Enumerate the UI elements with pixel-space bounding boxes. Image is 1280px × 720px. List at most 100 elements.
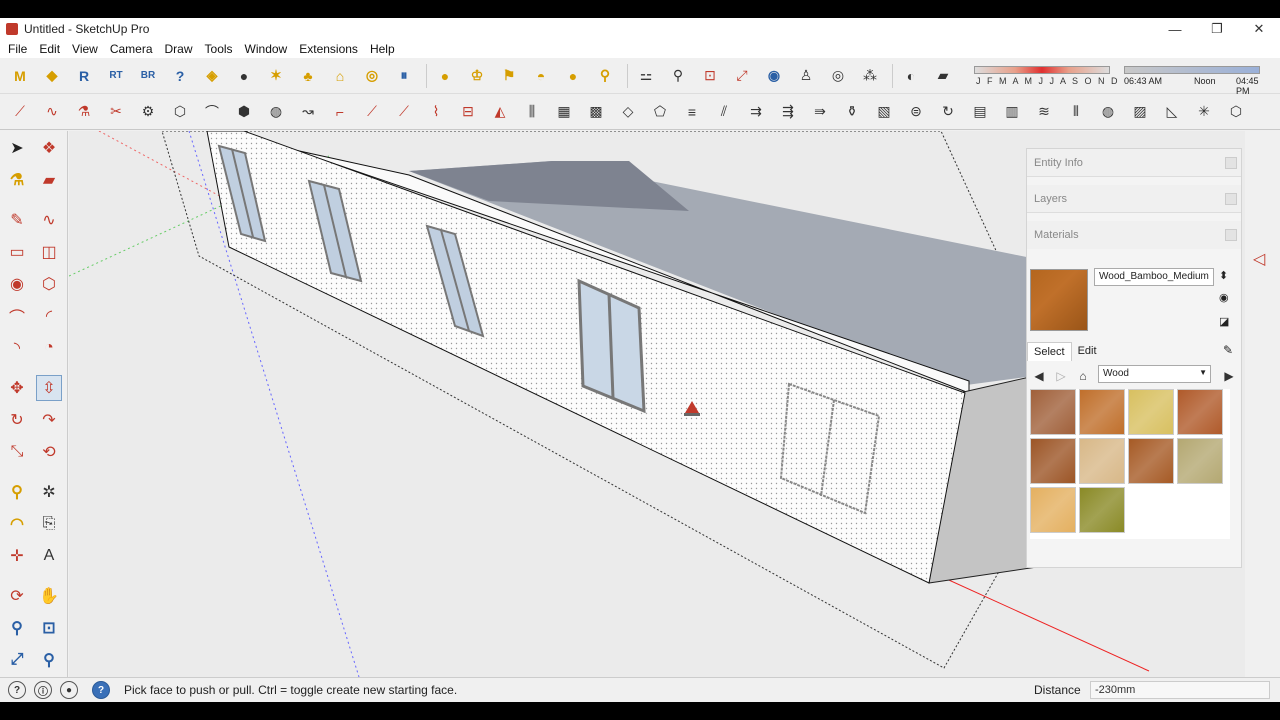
- offset-icon[interactable]: ⟲: [36, 439, 62, 465]
- shape-icon[interactable]: ⬠: [648, 100, 672, 124]
- drum-icon[interactable]: ⊜: [904, 100, 928, 124]
- block-icon[interactable]: ▤: [968, 100, 992, 124]
- hex-icon[interactable]: ⬡: [1224, 100, 1248, 124]
- globe-icon[interactable]: ◍: [1096, 100, 1120, 124]
- column-icon[interactable]: ⫼: [520, 100, 544, 124]
- polygon-icon[interactable]: ⬡: [36, 271, 62, 297]
- arrows-alt-icon[interactable]: ⇶: [776, 100, 800, 124]
- eyedropper-icon[interactable]: ✎: [1223, 343, 1233, 357]
- credits-icon[interactable]: ⓘ: [34, 681, 52, 699]
- arrows-more-icon[interactable]: ⇛: [808, 100, 832, 124]
- tag-plugin-icon[interactable]: ◆: [40, 64, 64, 88]
- eraser-icon[interactable]: ▰: [36, 167, 62, 193]
- paint-icon[interactable]: ⚗: [72, 100, 96, 124]
- menu-edit[interactable]: Edit: [33, 42, 66, 56]
- slash-icon[interactable]: ⫽: [712, 100, 736, 124]
- text-icon[interactable]: ⎘: [36, 511, 62, 537]
- close-button[interactable]: ✕: [1238, 18, 1280, 40]
- wand-icon[interactable]: ⚲: [593, 64, 617, 88]
- r-plugin-icon[interactable]: R: [72, 64, 96, 88]
- arc-icon[interactable]: ⌒: [4, 303, 30, 329]
- restore-button[interactable]: ❐: [1196, 18, 1238, 40]
- curve-icon[interactable]: ↝: [296, 100, 320, 124]
- sandbox-icon[interactable]: ⟋: [8, 100, 32, 124]
- arc-tool-icon[interactable]: ⌒: [200, 100, 224, 124]
- rotate-tool-icon[interactable]: ↻: [4, 407, 30, 433]
- cross-icon[interactable]: ✳: [1192, 100, 1216, 124]
- sample-paint-icon[interactable]: ◪: [1219, 315, 1229, 328]
- menu-window[interactable]: Window: [239, 42, 294, 56]
- scissors-icon[interactable]: ✂: [104, 100, 128, 124]
- menu-help[interactable]: Help: [364, 42, 401, 56]
- rotate-icon[interactable]: ↻: [936, 100, 960, 124]
- material-swatch[interactable]: [1030, 389, 1076, 435]
- hatch-icon[interactable]: ▧: [872, 100, 896, 124]
- help-plugin-icon[interactable]: ?: [168, 64, 192, 88]
- layers-panel-header[interactable]: Layers: [1027, 185, 1241, 213]
- material-swatch[interactable]: [1177, 438, 1223, 484]
- material-swatch[interactable]: [1079, 487, 1125, 533]
- collection-dropdown[interactable]: Wood ▼: [1098, 365, 1211, 383]
- zoom-icon[interactable]: ⚲: [666, 64, 690, 88]
- rectangle-icon[interactable]: ▭: [4, 239, 30, 265]
- stripes-icon[interactable]: ▨: [1128, 100, 1152, 124]
- star-icon[interactable]: ✶: [264, 64, 288, 88]
- move-icon[interactable]: ✥: [4, 375, 30, 401]
- vase-icon[interactable]: ⚱: [840, 100, 864, 124]
- make-component-icon[interactable]: ❖: [36, 135, 62, 161]
- house-component-icon[interactable]: ⌂: [328, 64, 352, 88]
- diagonal-icon[interactable]: ⟋: [360, 100, 384, 124]
- zoom-tool-icon[interactable]: ⚲: [4, 615, 30, 641]
- entity-info-panel-header[interactable]: Entity Info: [1027, 149, 1241, 177]
- sphere-wire-icon[interactable]: ◍: [264, 100, 288, 124]
- box-icon[interactable]: ⬡: [168, 100, 192, 124]
- back-arrow-icon[interactable]: ◀: [1029, 366, 1049, 386]
- figure-icon[interactable]: ♙: [794, 64, 818, 88]
- rt-plugin-icon[interactable]: RT: [104, 64, 128, 88]
- material-swatch[interactable]: [1079, 438, 1125, 484]
- scale-icon[interactable]: ⤡: [4, 439, 30, 465]
- 3d-text-icon[interactable]: A: [36, 543, 62, 569]
- menu-tools[interactable]: Tools: [199, 42, 239, 56]
- m-plugin-icon[interactable]: M: [8, 64, 32, 88]
- paint-bucket-icon[interactable]: ⚗: [4, 167, 30, 193]
- menu-camera[interactable]: Camera: [104, 42, 159, 56]
- menu-draw[interactable]: Draw: [159, 42, 199, 56]
- default-material-icon[interactable]: ◉: [1219, 291, 1229, 304]
- time-slider[interactable]: [1124, 66, 1260, 74]
- lines-icon[interactable]: ≡: [680, 100, 704, 124]
- pause-icon[interactable]: ⏸: [392, 64, 416, 88]
- fold-icon[interactable]: ◇: [616, 100, 640, 124]
- look-around-icon[interactable]: ◎: [826, 64, 850, 88]
- flag-icon[interactable]: ⚑: [497, 64, 521, 88]
- tree-icon[interactable]: ♣: [296, 64, 320, 88]
- two-point-arc-icon[interactable]: ◜: [36, 303, 62, 329]
- measurements-input[interactable]: -230mm: [1090, 681, 1270, 699]
- mesh-icon[interactable]: ▩: [584, 100, 608, 124]
- material-name-field[interactable]: Wood_Bamboo_Medium: [1094, 268, 1214, 286]
- menu-file[interactable]: File: [2, 42, 33, 56]
- ramp-icon[interactable]: ◺: [1160, 100, 1184, 124]
- dimension-icon[interactable]: ✲: [36, 479, 62, 505]
- zoom-window-icon[interactable]: ⊡: [698, 64, 722, 88]
- user-icon[interactable]: ●: [60, 681, 78, 699]
- zoom-extents-icon[interactable]: ⤢: [730, 64, 754, 88]
- footprints-icon[interactable]: ⁂: [858, 64, 882, 88]
- create-material-icon[interactable]: ⬍: [1219, 269, 1228, 282]
- triangle-icon[interactable]: ◭: [488, 100, 512, 124]
- freehand-icon[interactable]: ∿: [36, 207, 62, 233]
- pie-icon[interactable]: ◔: [36, 335, 62, 361]
- protractor-icon[interactable]: ◠: [4, 511, 30, 537]
- dome-icon[interactable]: ◓: [529, 64, 553, 88]
- walk-icon[interactable]: ⚍: [634, 64, 658, 88]
- graduation-cap-icon[interactable]: ♔: [465, 64, 489, 88]
- panel-icon[interactable]: ▥: [1000, 100, 1024, 124]
- rotated-rectangle-icon[interactable]: ◫: [36, 239, 62, 265]
- instructor-icon[interactable]: ?: [92, 681, 110, 699]
- stairs-icon[interactable]: ⌇: [424, 100, 448, 124]
- three-point-arc-icon[interactable]: ◝: [4, 335, 30, 361]
- month-slider[interactable]: [974, 66, 1110, 74]
- details-icon[interactable]: ▶: [1219, 366, 1239, 386]
- axes-icon[interactable]: ✛: [4, 543, 30, 569]
- material-swatch[interactable]: [1128, 389, 1174, 435]
